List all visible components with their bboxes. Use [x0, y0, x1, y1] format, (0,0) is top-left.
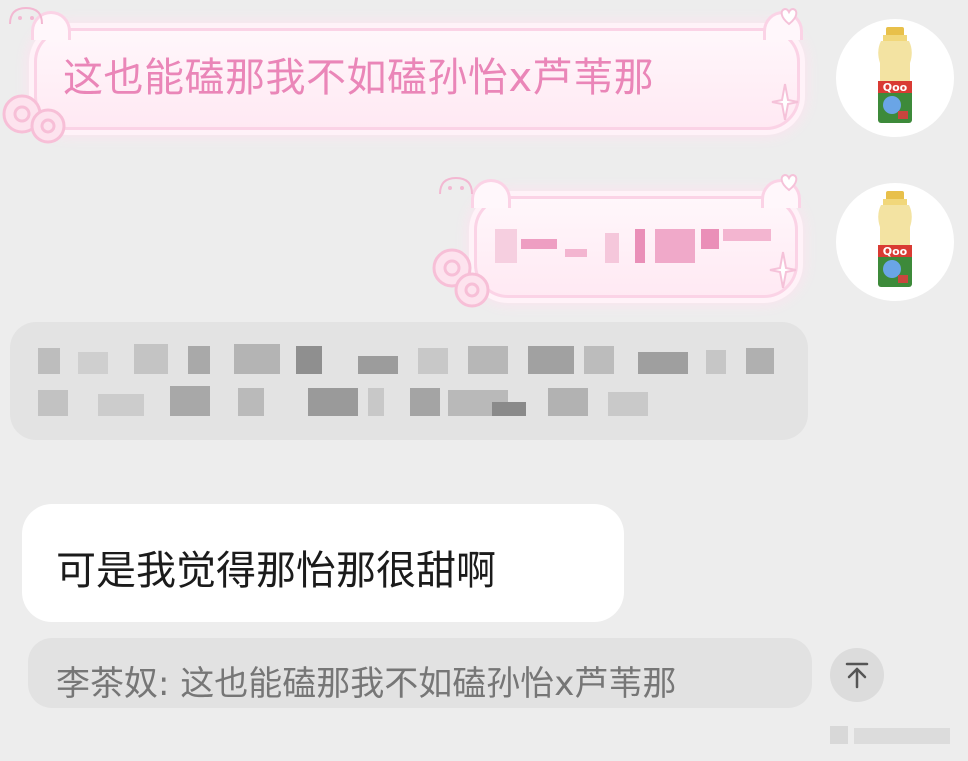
- avatar[interactable]: Qoo: [836, 183, 954, 301]
- message-bubble-pink-pixelated[interactable]: [471, 179, 801, 298]
- avatar[interactable]: Qoo: [836, 19, 954, 137]
- message-bubble-pixelated[interactable]: [10, 322, 808, 440]
- flower-decoration-icon: [432, 248, 490, 308]
- heart-icon: [780, 173, 798, 192]
- pixelated-text-line: [38, 342, 778, 378]
- pixelated-text-line: [38, 384, 678, 420]
- quoted-message-text: 李茶奴: 这也能磕那我不如磕孙怡x芦苇那: [56, 664, 677, 704]
- svg-text:Qoo: Qoo: [883, 245, 908, 258]
- arrow-up-to-line-icon: [845, 662, 869, 689]
- message-text: 可是我觉得那怡那很甜啊: [56, 548, 496, 594]
- qoo-bottle-icon: Qoo: [878, 191, 912, 287]
- bubble-ear-decoration: [471, 179, 511, 208]
- bear-face-icon: [9, 6, 43, 25]
- heart-icon: [780, 7, 798, 26]
- message-bubble-pink[interactable]: 这也能磕那我不如磕孙怡x芦苇那: [31, 11, 803, 130]
- quoted-message[interactable]: 李茶奴: 这也能磕那我不如磕孙怡x芦苇那: [28, 638, 812, 708]
- message-bubble[interactable]: 可是我觉得那怡那很甜啊: [22, 504, 624, 622]
- sparkle-icon: [771, 83, 799, 121]
- watermark: [830, 722, 960, 748]
- bear-face-icon: [439, 176, 473, 195]
- pixelated-text: [495, 225, 775, 269]
- sparkle-icon: [769, 251, 797, 289]
- flower-decoration-icon: [2, 94, 66, 144]
- svg-text:Qoo: Qoo: [883, 81, 908, 94]
- message-text: 这也能磕那我不如磕孙怡x芦苇那: [63, 55, 655, 101]
- scroll-to-top-button[interactable]: [830, 648, 884, 702]
- qoo-bottle-icon: Qoo: [878, 27, 912, 123]
